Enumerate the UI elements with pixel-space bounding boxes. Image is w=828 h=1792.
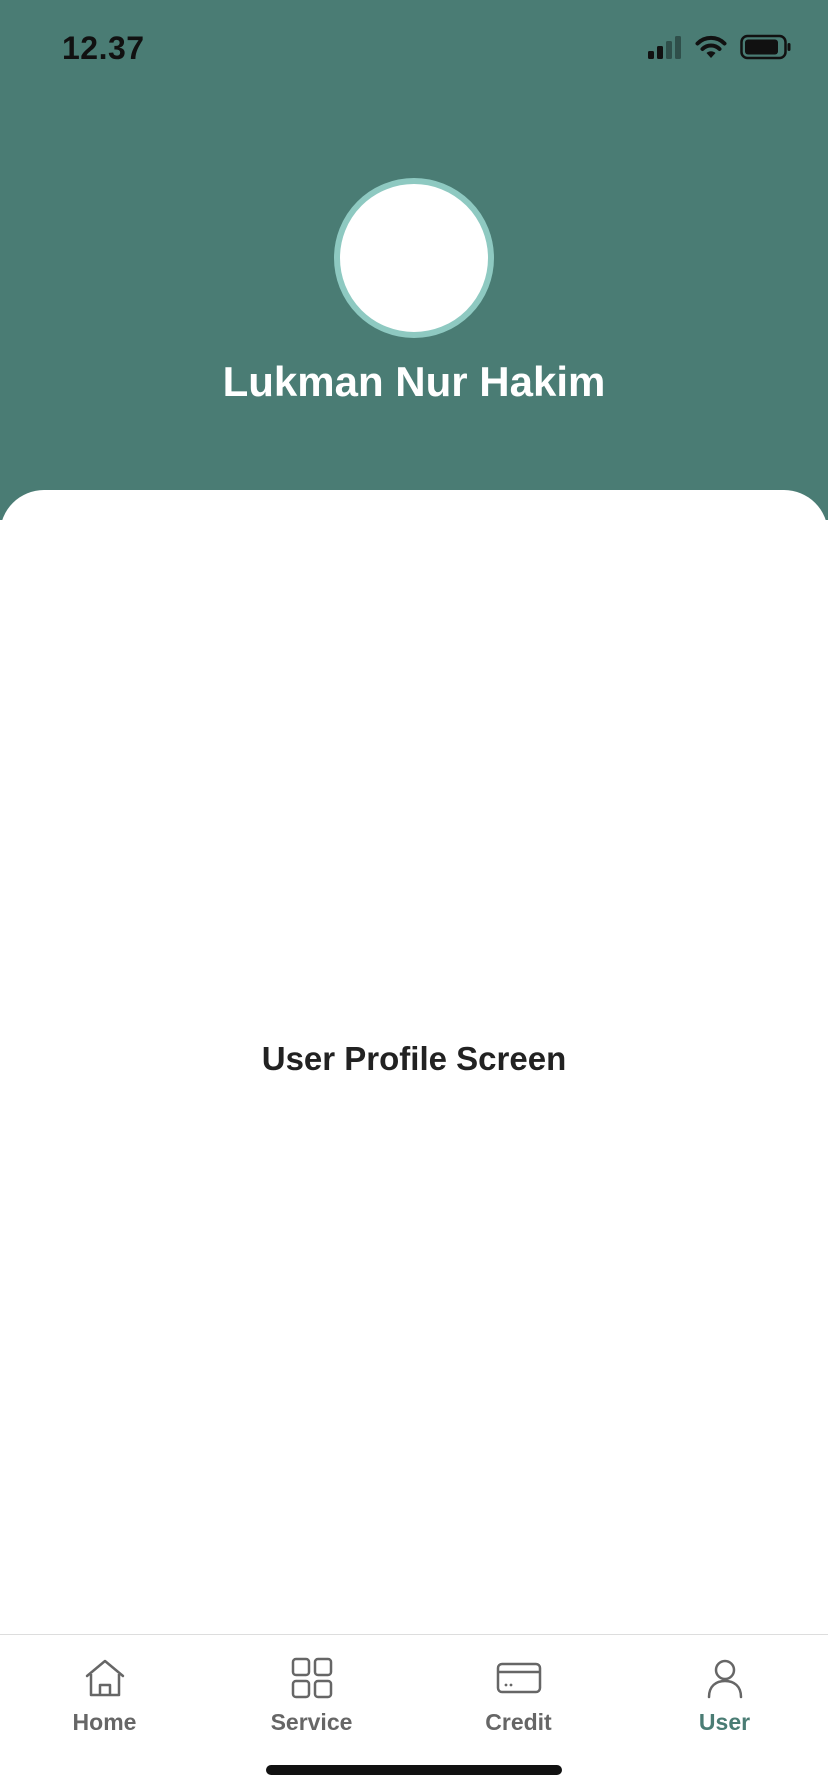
home-icon bbox=[85, 1659, 124, 1697]
profile-header: 12.37 Lukman Nur Hakim bbox=[0, 0, 828, 520]
status-icons bbox=[646, 34, 792, 60]
credit-card-icon bbox=[496, 1662, 541, 1694]
home-indicator[interactable] bbox=[266, 1765, 562, 1775]
screen-label: User Profile Screen bbox=[261, 1040, 567, 1077]
tab-service[interactable]: Service bbox=[208, 1655, 415, 1745]
tab-credit[interactable]: Credit bbox=[415, 1655, 622, 1745]
tab-label-user: User bbox=[698, 1709, 751, 1735]
tab-user[interactable]: User bbox=[621, 1655, 828, 1745]
status-bar: 12.37 bbox=[0, 0, 828, 100]
status-time: 12.37 bbox=[62, 30, 145, 66]
cellular-signal-icon bbox=[648, 36, 681, 59]
grid-icon bbox=[291, 1657, 332, 1699]
user-name: Lukman Nur Hakim bbox=[222, 358, 606, 405]
tab-label-credit: Credit bbox=[485, 1709, 552, 1735]
tab-home[interactable]: Home bbox=[1, 1655, 208, 1745]
user-icon bbox=[707, 1659, 742, 1699]
avatar[interactable] bbox=[334, 178, 494, 338]
tab-label-home: Home bbox=[72, 1709, 137, 1735]
tab-label-service: Service bbox=[270, 1709, 353, 1735]
battery-icon bbox=[740, 34, 791, 60]
wifi-icon bbox=[695, 35, 727, 58]
